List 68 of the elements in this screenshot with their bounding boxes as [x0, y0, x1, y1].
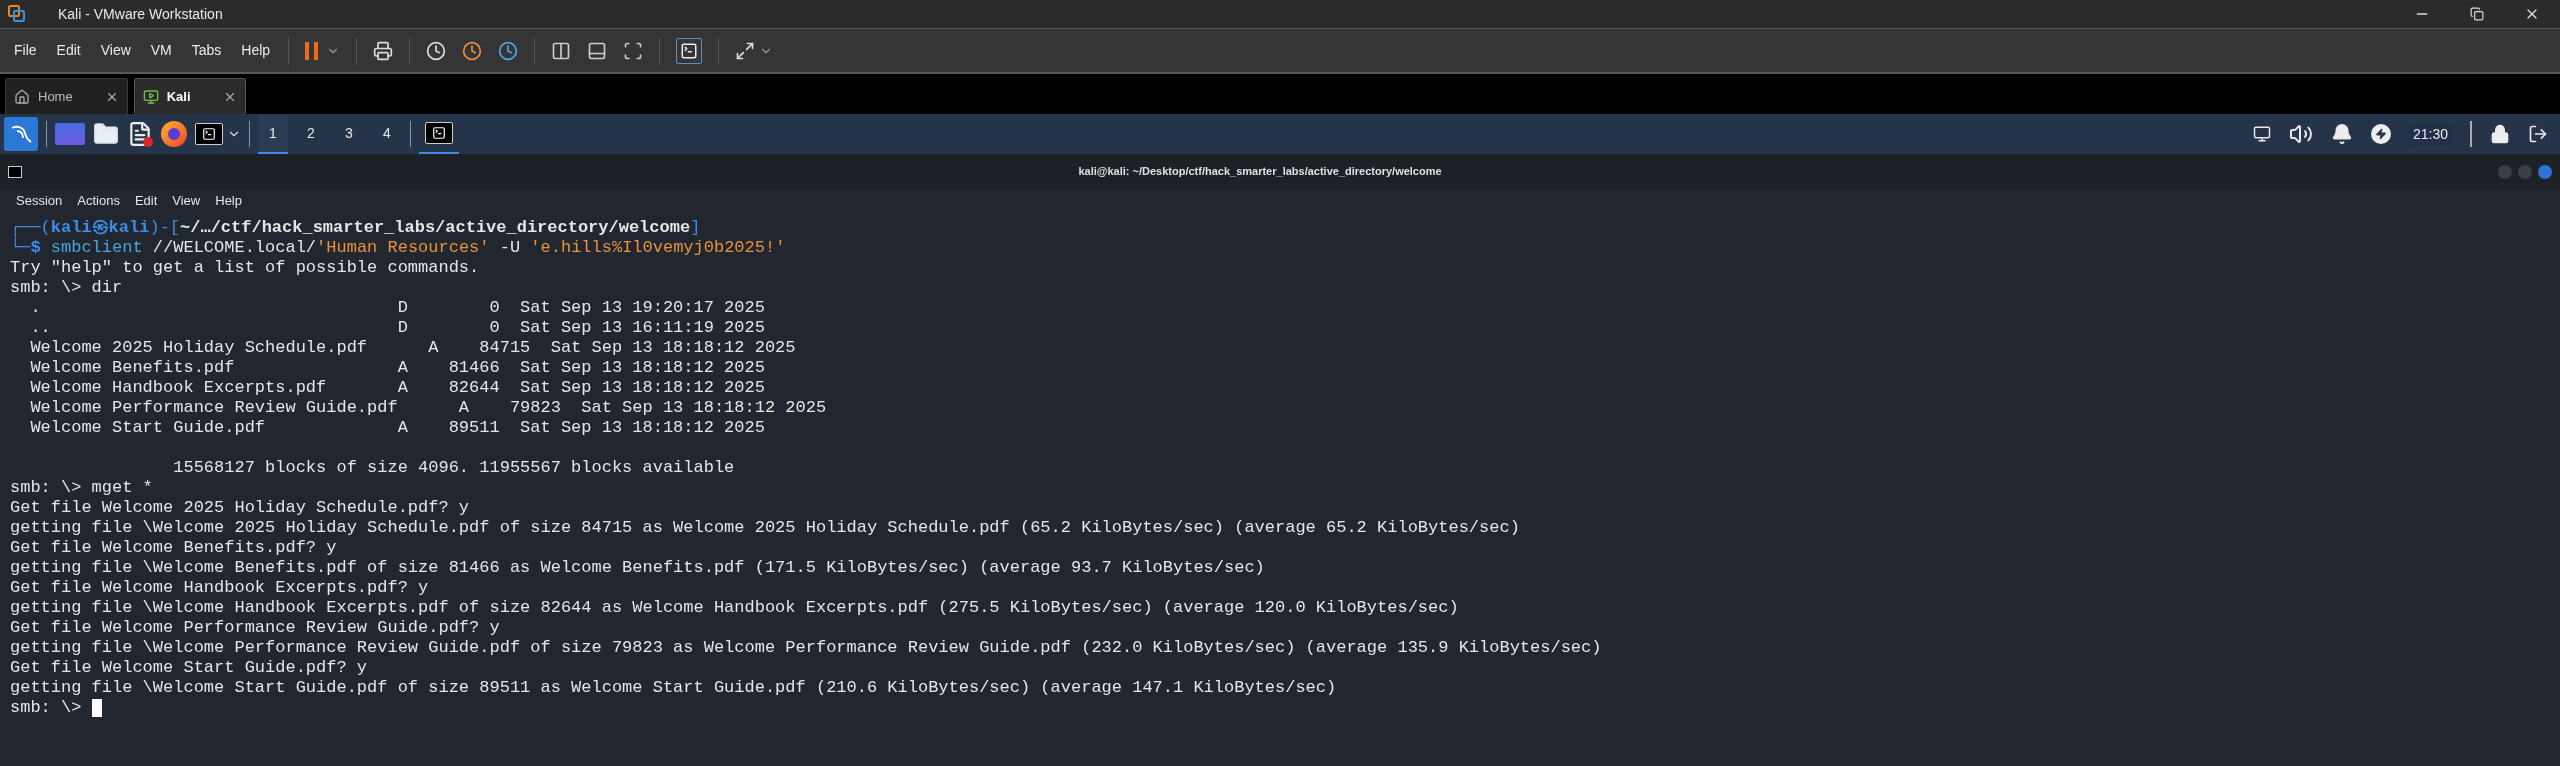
- restore-icon[interactable]: [2470, 7, 2484, 21]
- menu-item[interactable]: View: [172, 191, 201, 211]
- terminal-title: kali@kali: ~/Desktop/ctf/hack_smarter_labs/active_directory/welcome: [1077, 164, 1443, 180]
- terminal-line: Get file Welcome 2025 Holiday Schedule.pdf? y: [10, 498, 470, 518]
- menu-item[interactable]: View: [98, 40, 133, 61]
- power-icon[interactable]: [2370, 124, 2391, 144]
- close-button[interactable]: [2538, 164, 2552, 179]
- terminal-icon: [425, 122, 453, 144]
- bottom-panel-icon[interactable]: [587, 40, 608, 61]
- window-title: Kali - VMware Workstation: [58, 4, 223, 24]
- terminal-line: getting file \Welcome Performance Review Guide.pdf of size 79823 as Welcome Performance Review Guide.pdf (232.0 KiloBytes/sec) (average 135.9 KiloBytes/sec): [10, 638, 1602, 658]
- vm-tab[interactable]: Home: [5, 78, 128, 114]
- text-editor-icon[interactable]: [127, 121, 153, 147]
- terminal-line: Get file Welcome Start Guide.pdf? y: [10, 658, 368, 678]
- menu-item[interactable]: Help: [215, 191, 242, 211]
- kali-menu-icon[interactable]: [4, 117, 38, 151]
- menu-item[interactable]: Edit: [54, 40, 83, 61]
- terminal-line: smb: \> dir: [10, 278, 123, 298]
- terminal-line: .. D 0 Sat Sep 13 16:11:19 2025: [29, 318, 765, 338]
- menu-item[interactable]: Session: [16, 191, 63, 211]
- menu-item[interactable]: Edit: [134, 191, 158, 211]
- bell-icon[interactable]: [2330, 123, 2353, 145]
- menu-item[interactable]: File: [12, 40, 39, 61]
- terminal-line: getting file \Welcome Benefits.pdf of size 81466 as Welcome Benefits.pdf (171.5 KiloBytes/sec) (average 93.7 KiloBytes/sec): [10, 558, 1265, 578]
- terminal-icon: [8, 165, 22, 178]
- terminal-line: Try "help" to get a list of possible commands.: [10, 258, 480, 278]
- browser-icon[interactable]: [161, 121, 187, 147]
- terminal-line: . D 0 Sat Sep 13 19:20:17 2025: [29, 298, 765, 318]
- home-icon: [14, 88, 30, 105]
- workspace-tab[interactable]: 1: [258, 114, 288, 154]
- menu-item[interactable]: VM: [148, 40, 174, 61]
- terminal-line: getting file \Welcome Start Guide.pdf of size 89511 as Welcome Start Guide.pdf (210.6 KiloBytes/sec) (average 147.1 KiloBytes/sec): [10, 678, 1337, 698]
- volume-icon[interactable]: [2288, 122, 2313, 146]
- app-logo-icon: [8, 5, 26, 23]
- terminal-line: Welcome Start Guide.pdf A 89511 Sat Sep 13 18:18:12 2025: [29, 418, 765, 438]
- workspace-tab[interactable]: 4: [372, 114, 402, 154]
- logout-icon[interactable]: [2528, 124, 2548, 144]
- terminal-line: Welcome Performance Review Guide.pdf A 79823 Sat Sep 13 18:18:12 2025: [29, 398, 827, 418]
- terminal-line: Get file Welcome Performance Review Guide.pdf? y: [10, 618, 500, 638]
- terminal-line: getting file \Welcome Handbook Excerpts.pdf of size 82644 as Welcome Handbook Excerpts.pdf (275.5 KiloBytes/sec) (average 120.0 KiloBytes/sec): [10, 598, 1459, 618]
- terminal-line: Get file Welcome Handbook Excerpts.pdf? y: [10, 578, 429, 598]
- pause-icon[interactable]: [305, 41, 319, 60]
- terminal-line: └─$ smbclient //WELCOME.local/'Human Resources' -U 'e.hills%Il0vemyj0b2025!': [10, 238, 786, 258]
- menu-item[interactable]: Tabs: [189, 40, 224, 61]
- terminal-line: Welcome Handbook Excerpts.pdf A 82644 Sat Sep 13 18:18:12 2025: [29, 378, 765, 398]
- vm-icon: [142, 88, 159, 105]
- menu-item[interactable]: Actions: [77, 191, 120, 211]
- terminal-icon[interactable]: [195, 123, 223, 145]
- terminal-line: 15568127 blocks of size 4096. 11955567 blocks available: [172, 458, 735, 478]
- lock-icon[interactable]: [2490, 124, 2510, 144]
- folder-icon[interactable]: [93, 121, 119, 147]
- clock[interactable]: 21:30: [2408, 123, 2452, 145]
- terminal-line: ┌──(kali㉿kali)-[~/…/ctf/hack_smarter_labs/active_directory/welcome]: [10, 218, 701, 238]
- menu-item[interactable]: Help: [239, 40, 273, 61]
- terminal-line: smb: \>: [10, 698, 102, 718]
- terminal-line: Welcome Benefits.pdf A 81466 Sat Sep 13 18:18:12 2025: [29, 358, 765, 378]
- terminal-line: Welcome 2025 Holiday Schedule.pdf A 84715 Sat Sep 13 18:18:12 2025: [29, 338, 796, 358]
- workspace-tab[interactable]: 2: [296, 114, 326, 154]
- vm-tab[interactable]: Kali: [133, 78, 246, 114]
- terminal-line: smb: \> mget *: [10, 478, 153, 498]
- split-view-icon[interactable]: [551, 40, 572, 61]
- terminal-line: Get file Welcome Benefits.pdf? y: [10, 538, 337, 558]
- workspace-tab[interactable]: 3: [334, 114, 364, 154]
- fullscreen-icon[interactable]: [735, 40, 756, 61]
- terminal-line: getting file \Welcome 2025 Holiday Schedule.pdf of size 84715 as Welcome 2025 Holiday Schedule.pdf (65.2 KiloBytes/sec) (average 65.2 KiloBytes/sec): [10, 518, 1520, 538]
- console-view-icon[interactable]: [676, 37, 703, 64]
- terminal-cursor: [91, 699, 102, 717]
- fit-view-icon[interactable]: [623, 40, 644, 61]
